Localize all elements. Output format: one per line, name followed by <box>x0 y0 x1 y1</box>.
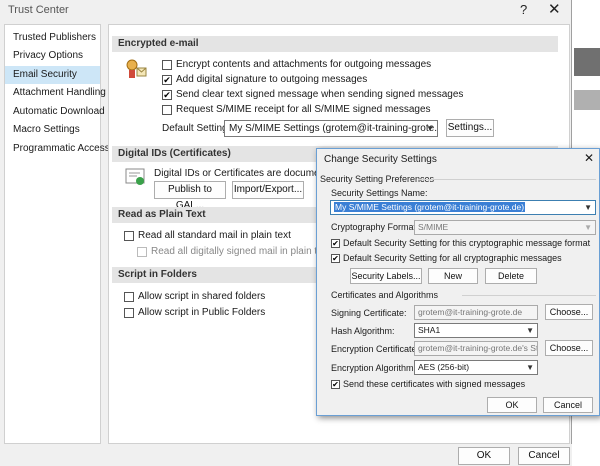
crypto-format-select[interactable]: S/MIME ▼ <box>414 220 596 235</box>
help-icon[interactable]: ? <box>520 2 527 17</box>
settings-name-value: My S/MIME Settings (grotem@it-training-g… <box>334 202 525 212</box>
ok-button[interactable]: OK <box>458 447 510 465</box>
default-format-label: Default Security Setting for this crypto… <box>343 238 590 248</box>
dialog-ok-button[interactable]: OK <box>487 397 537 413</box>
read-signed-plain-text-label: Read all digitally signed mail in plain … <box>151 246 331 257</box>
dialog-title: Change Security Settings <box>324 154 437 165</box>
request-receipt-checkbox[interactable] <box>162 105 172 115</box>
enc-alg-select[interactable]: AES (256-bit) ▼ <box>414 360 538 375</box>
clear-text-signed-checkbox[interactable]: ✔ <box>162 90 172 100</box>
enc-alg-value: AES (256-bit) <box>418 362 469 372</box>
choose-signing-button[interactable]: Choose... <box>545 304 593 320</box>
enc-alg-label: Encryption Algorithm: <box>331 363 416 373</box>
add-signature-checkbox[interactable]: ✔ <box>162 75 172 85</box>
chevron-down-icon: ▼ <box>584 201 592 214</box>
cancel-button[interactable]: Cancel <box>518 447 570 465</box>
publish-to-gal-button[interactable]: Publish to GAL... <box>154 181 226 199</box>
background-band <box>574 48 600 76</box>
sidebar-item-privacy-options[interactable]: Privacy Options <box>5 47 100 65</box>
sidebar-item-macro-settings[interactable]: Macro Settings <box>5 121 100 139</box>
encrypt-contents-checkbox[interactable] <box>162 60 172 70</box>
read-plain-text-checkbox[interactable] <box>124 231 134 241</box>
add-signature-label: Add digital signature to outgoing messag… <box>176 74 367 85</box>
hash-value: SHA1 <box>418 325 440 335</box>
signing-cert-field[interactable]: grotem@it-training-grote.de <box>414 305 538 320</box>
sidebar-item-automatic-download[interactable]: Automatic Download <box>5 103 100 121</box>
default-all-label: Default Security Setting for all cryptog… <box>343 253 562 263</box>
hash-label: Hash Algorithm: <box>331 326 395 336</box>
section-header-encrypted: Encrypted e-mail <box>112 36 558 52</box>
import-export-button[interactable]: Import/Export... <box>232 181 304 199</box>
allow-script-shared-checkbox[interactable] <box>124 292 134 302</box>
certificate-icon <box>124 166 148 188</box>
chevron-down-icon: ▼ <box>584 221 592 234</box>
default-setting-select[interactable]: My S/MIME Settings (grotem@it-training-g… <box>224 120 438 137</box>
send-certs-label: Send these certificates with signed mess… <box>343 379 525 389</box>
sidebar-item-attachment-handling[interactable]: Attachment Handling <box>5 84 100 102</box>
sidebar-item-programmatic-access[interactable]: Programmatic Access <box>5 140 100 158</box>
encrypted-mail-icon <box>124 58 148 80</box>
crypto-format-label: Cryptography Format: <box>331 222 419 232</box>
new-button[interactable]: New <box>428 268 478 284</box>
dialog-cancel-button[interactable]: Cancel <box>543 397 593 413</box>
background-band <box>574 90 600 110</box>
settings-button[interactable]: Settings... <box>446 119 494 137</box>
chevron-down-icon: ▼ <box>526 324 534 337</box>
delete-button[interactable]: Delete <box>485 268 537 284</box>
close-icon[interactable]: ✕ <box>584 151 594 165</box>
default-setting-value: My S/MIME Settings (grotem@it-training-g… <box>229 123 438 134</box>
sidebar: Trusted Publishers Privacy Options Email… <box>4 24 101 444</box>
hash-select[interactable]: SHA1 ▼ <box>414 323 538 338</box>
allow-script-public-checkbox[interactable] <box>124 308 134 318</box>
certs-group-label: Certificates and Algorithms <box>331 290 438 300</box>
clear-text-signed-label: Send clear text signed message when send… <box>176 89 463 100</box>
chevron-down-icon: ▼ <box>526 361 534 374</box>
group-divider <box>418 179 596 180</box>
default-setting-label: Default Setting: <box>162 123 230 134</box>
chevron-down-icon: ▼ <box>426 121 434 136</box>
window-title: Trust Center <box>8 4 69 16</box>
default-format-checkbox[interactable]: ✔ <box>331 239 340 248</box>
sidebar-item-email-security[interactable]: Email Security <box>5 66 100 84</box>
encrypt-contents-label: Encrypt contents and attachments for out… <box>176 59 431 70</box>
enc-cert-field[interactable]: grotem@it-training-grote.de's Sta <box>414 341 538 356</box>
request-receipt-label: Request S/MIME receipt for all S/MIME si… <box>176 104 431 115</box>
crypto-format-value: S/MIME <box>418 222 448 232</box>
send-certs-checkbox[interactable]: ✔ <box>331 380 340 389</box>
allow-script-public-label: Allow script in Public Folders <box>138 307 265 318</box>
group-divider <box>462 295 596 296</box>
signing-cert-label: Signing Certificate: <box>331 308 407 318</box>
default-all-checkbox[interactable]: ✔ <box>331 254 340 263</box>
sidebar-item-trusted-publishers[interactable]: Trusted Publishers <box>5 29 100 47</box>
close-icon[interactable]: ✕ <box>548 0 561 18</box>
settings-name-label: Security Settings Name: <box>331 188 428 198</box>
prefs-group-label: Security Setting Preferences <box>320 174 434 184</box>
read-plain-text-label: Read all standard mail in plain text <box>138 230 291 241</box>
enc-cert-label: Encryption Certificate: <box>331 344 419 354</box>
read-signed-plain-text-checkbox[interactable] <box>137 247 147 257</box>
allow-script-shared-label: Allow script in shared folders <box>138 291 265 302</box>
settings-name-select[interactable]: My S/MIME Settings (grotem@it-training-g… <box>330 200 596 215</box>
security-labels-button[interactable]: Security Labels... <box>350 268 422 284</box>
choose-encryption-button[interactable]: Choose... <box>545 340 593 356</box>
